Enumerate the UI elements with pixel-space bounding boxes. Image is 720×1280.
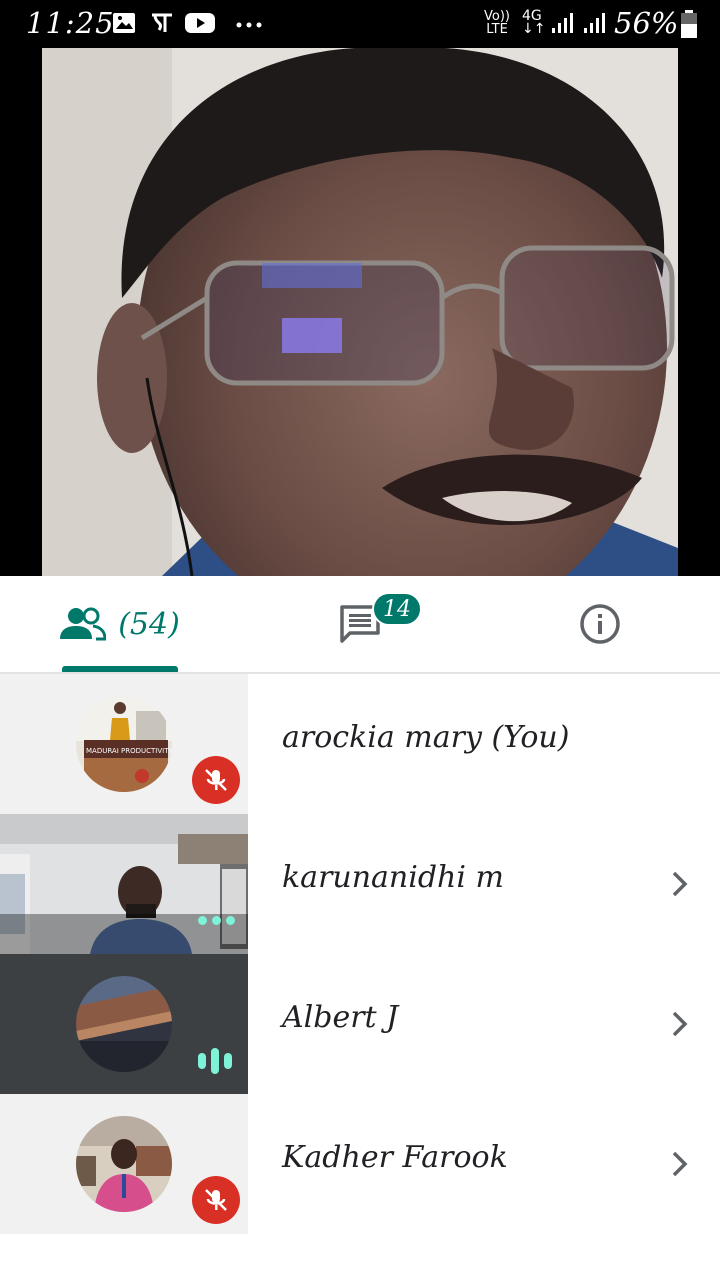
participant-tile bbox=[0, 1094, 248, 1234]
more-dots-icon bbox=[236, 22, 262, 28]
connecting-indicator bbox=[198, 916, 235, 925]
participant-row[interactable]: Albert J bbox=[0, 954, 720, 1094]
chevron-right-icon[interactable] bbox=[666, 868, 694, 900]
participant-name: Albert J bbox=[282, 1000, 399, 1035]
participant-row[interactable]: MADURAI PRODUCTIVITY COU arockia mary (Y… bbox=[0, 674, 720, 814]
participant-tile: MADURAI PRODUCTIVITY COU bbox=[0, 674, 248, 814]
battery-icon bbox=[681, 10, 697, 38]
people-icon bbox=[60, 607, 107, 641]
speaker-image bbox=[42, 48, 678, 576]
tab-info[interactable] bbox=[480, 576, 720, 672]
avatar bbox=[76, 976, 172, 1072]
speaker-video-frame bbox=[42, 48, 678, 576]
participant-name: karunanidhi m bbox=[282, 860, 504, 895]
volte-label: Vo)) LTE bbox=[484, 9, 510, 37]
signal-icon bbox=[552, 13, 573, 33]
participant-tile bbox=[0, 954, 248, 1094]
participant-row[interactable]: Kadher Farook bbox=[0, 1094, 720, 1234]
avatar bbox=[76, 1116, 172, 1212]
status-bar: 11:25 Vo)) LTE 4G ↓↑ 56% bbox=[0, 0, 720, 48]
tab-bar: (54) bbox=[0, 576, 720, 674]
participant-tile bbox=[0, 814, 248, 954]
status-time: 11:25 bbox=[26, 6, 115, 40]
chat-unread-badge: 14 bbox=[372, 592, 422, 626]
svg-text:MADURAI PRODUCTIVITY COU: MADURAI PRODUCTIVITY COU bbox=[86, 747, 172, 755]
participant-row[interactable]: karunanidhi m bbox=[0, 814, 720, 954]
mic-off-icon bbox=[192, 756, 240, 804]
participant-name: arockia mary (You) bbox=[282, 720, 570, 755]
participant-video bbox=[0, 814, 248, 954]
notification-pe-icon bbox=[152, 13, 172, 32]
speaking-indicator bbox=[198, 1046, 232, 1076]
network-type: 4G ↓↑ bbox=[522, 8, 546, 37]
image-icon bbox=[113, 13, 135, 33]
info-icon bbox=[580, 604, 620, 644]
battery-percent: 56% bbox=[614, 6, 679, 40]
tab-participants[interactable]: (54) bbox=[0, 576, 240, 672]
chevron-right-icon[interactable] bbox=[666, 1008, 694, 1040]
participant-list: MADURAI PRODUCTIVITY COU arockia mary (Y… bbox=[0, 674, 720, 1234]
avatar: MADURAI PRODUCTIVITY COU bbox=[76, 696, 172, 792]
youtube-icon bbox=[185, 13, 215, 33]
active-tab-indicator bbox=[62, 666, 178, 672]
mic-off-icon bbox=[192, 1176, 240, 1224]
participant-count: (54) bbox=[118, 606, 180, 642]
main-video[interactable] bbox=[0, 48, 720, 576]
tab-chat[interactable] bbox=[240, 576, 480, 672]
signal-icon-2 bbox=[584, 13, 605, 33]
chevron-right-icon[interactable] bbox=[666, 1148, 694, 1180]
participant-name: Kadher Farook bbox=[282, 1140, 508, 1175]
